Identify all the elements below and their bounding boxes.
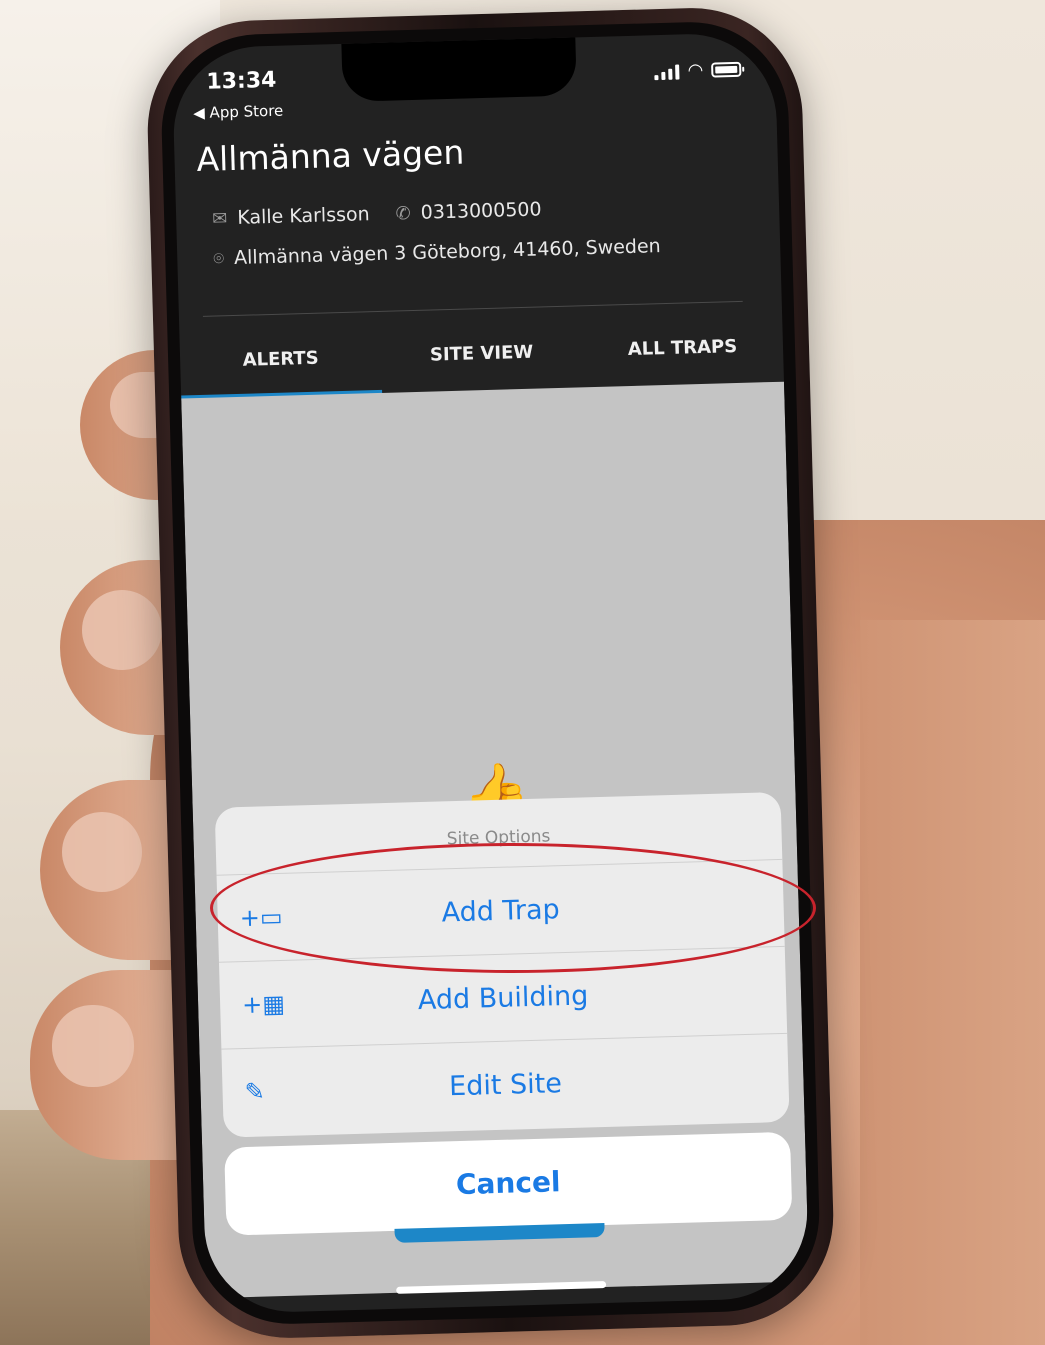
site-address[interactable]: Allmänna vägen 3 Göteborg, 41460, Sweden bbox=[234, 235, 661, 269]
address-row: ⌾ Allmänna vägen 3 Göteborg, 41460, Swed… bbox=[213, 235, 661, 269]
wifi-icon: ◠ bbox=[687, 59, 704, 82]
status-icons: ◠ bbox=[654, 59, 742, 82]
tab-site-view[interactable]: SITE VIEW bbox=[380, 323, 583, 389]
phone-notch bbox=[341, 37, 577, 102]
edit-site-button[interactable]: ✎ Edit Site bbox=[221, 1034, 789, 1137]
contact-phone[interactable]: 0313000500 bbox=[420, 198, 541, 223]
add-building-icon: +▦ bbox=[241, 989, 286, 1020]
add-building-label: Add Building bbox=[417, 980, 589, 1017]
cellular-signal-icon bbox=[654, 63, 680, 80]
fingernail bbox=[52, 1005, 134, 1087]
phone-screen: 13:34 ◀ App Store ◠ Allmänna vägen ✉ Kal… bbox=[171, 31, 810, 1315]
contact-name: Kalle Karlsson bbox=[236, 203, 370, 229]
contact-row: ✉ Kalle Karlsson ✆ 0313000500 bbox=[212, 198, 542, 229]
battery-icon bbox=[711, 61, 742, 78]
cancel-button[interactable]: Cancel bbox=[224, 1131, 793, 1236]
back-to-app-store-link[interactable]: ◀ App Store bbox=[193, 102, 283, 123]
fingernail bbox=[82, 590, 162, 670]
tab-alerts[interactable]: ALERTS bbox=[179, 329, 382, 395]
tab-all-traps[interactable]: ALL TRAPS bbox=[581, 318, 784, 384]
hand-wrist bbox=[860, 620, 1045, 1345]
phone-icon: ✆ bbox=[395, 202, 411, 224]
fingernail bbox=[62, 812, 142, 892]
phone-bezel: 13:34 ◀ App Store ◠ Allmänna vägen ✉ Kal… bbox=[159, 19, 822, 1327]
edit-site-label: Edit Site bbox=[448, 1068, 563, 1103]
status-time: 13:34 bbox=[206, 67, 277, 95]
tab-bar: ALERTS SITE VIEW ALL TRAPS bbox=[179, 318, 783, 395]
site-title: Allmänna vägen bbox=[196, 132, 465, 179]
pencil-icon: ✎ bbox=[244, 1077, 266, 1107]
phone-device: 13:34 ◀ App Store ◠ Allmänna vägen ✉ Kal… bbox=[144, 5, 837, 1341]
highlight-ellipse bbox=[210, 843, 816, 973]
header-divider bbox=[202, 300, 743, 317]
location-pin-icon: ⌾ bbox=[213, 247, 225, 270]
envelope-icon: ✉ bbox=[211, 207, 228, 230]
